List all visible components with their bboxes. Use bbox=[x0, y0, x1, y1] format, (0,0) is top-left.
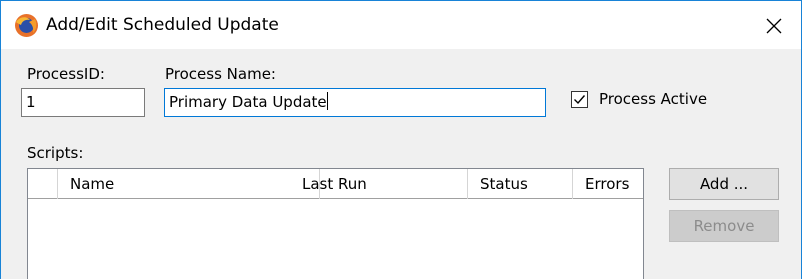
process-id-label: ProcessID: bbox=[27, 65, 105, 83]
add-script-button[interactable]: Add ... bbox=[669, 168, 779, 200]
process-active-checkbox[interactable] bbox=[571, 91, 588, 108]
process-id-field[interactable]: 1 bbox=[21, 88, 145, 117]
title-bar[interactable]: Add/Edit Scheduled Update bbox=[1, 1, 801, 49]
close-icon bbox=[766, 18, 782, 34]
process-name-field[interactable]: Primary Data Update bbox=[164, 88, 546, 117]
app-icon bbox=[15, 14, 38, 37]
process-active-label[interactable]: Process Active bbox=[599, 90, 707, 108]
process-name-value: Primary Data Update bbox=[169, 93, 327, 111]
process-id-value: 1 bbox=[26, 93, 36, 111]
window-title: Add/Edit Scheduled Update bbox=[46, 15, 279, 35]
column-header-errors[interactable]: Errors bbox=[573, 169, 643, 199]
column-header-last-run[interactable]: Last Run bbox=[290, 169, 468, 199]
text-caret bbox=[326, 92, 328, 110]
remove-script-button[interactable]: Remove bbox=[669, 210, 779, 242]
column-header-name[interactable]: Name bbox=[58, 169, 320, 199]
scripts-label: Scripts: bbox=[27, 144, 84, 162]
close-button[interactable] bbox=[753, 7, 795, 45]
column-header-status[interactable]: Status bbox=[468, 169, 573, 199]
scripts-grid[interactable]: Name Last Run Status Errors bbox=[27, 168, 644, 279]
grid-row-header-column[interactable] bbox=[28, 169, 58, 199]
checkmark-icon bbox=[574, 95, 586, 105]
process-name-label: Process Name: bbox=[165, 65, 276, 83]
dialog-window: Add/Edit Scheduled Update ProcessID: 1 P… bbox=[0, 0, 802, 279]
scripts-grid-header: Name Last Run Status Errors bbox=[28, 169, 643, 199]
